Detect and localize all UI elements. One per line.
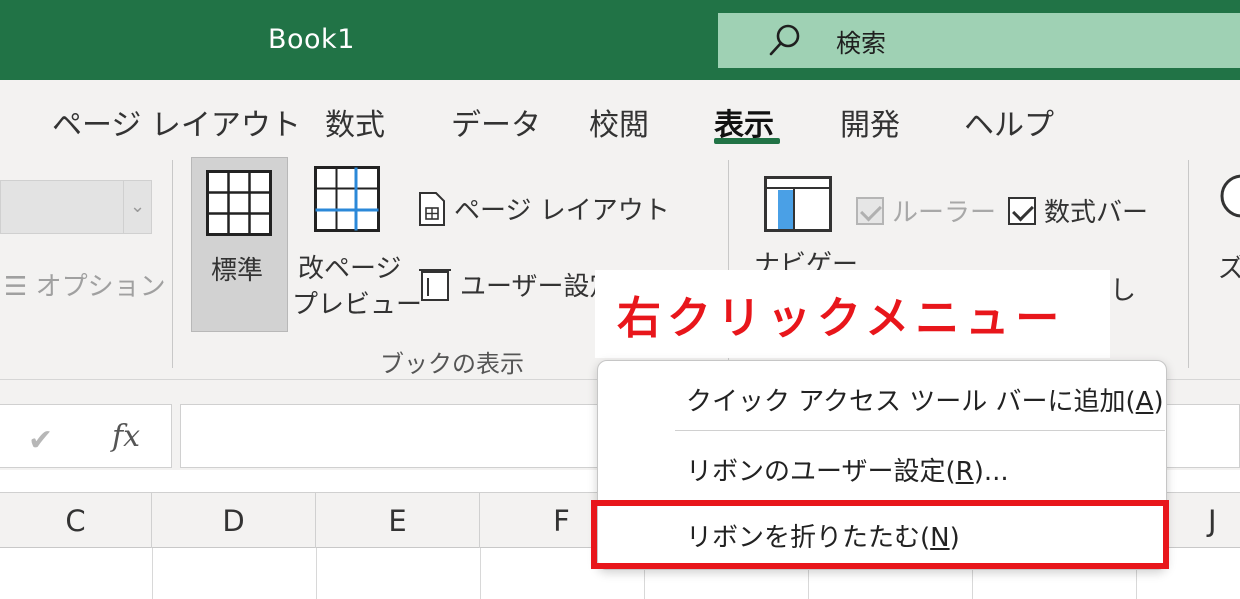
- column-header-d[interactable]: D: [152, 493, 316, 549]
- sheet-view-options-button[interactable]: ☰ オプション: [4, 266, 166, 303]
- page-layout-label: ページ レイアウト: [454, 196, 670, 226]
- formula-bar-checkbox-box: [1008, 196, 1036, 225]
- tab-developer[interactable]: 開発: [840, 100, 900, 144]
- sheet-view-dropdown[interactable]: ⌄: [0, 180, 152, 234]
- page-layout-icon: [419, 191, 445, 226]
- insert-function-icon[interactable]: fx: [112, 419, 140, 454]
- tab-review[interactable]: 校閲: [589, 100, 649, 144]
- custom-views-label: ユーザー設定: [460, 272, 616, 302]
- custom-views-button[interactable]: ユーザー設定: [418, 266, 615, 303]
- menu-item-text: クイック アクセス ツール バーに追加(: [686, 387, 1136, 417]
- tab-data[interactable]: データ: [451, 100, 541, 144]
- navigation-button[interactable]: ナビゲー: [752, 170, 858, 280]
- page-break-preview-button[interactable]: 改ページ プレビュー: [290, 160, 422, 330]
- menu-separator: [675, 430, 1165, 431]
- menu-item-suffix: ): [1153, 387, 1164, 417]
- workbook-views-group-label: ブックの表示: [380, 350, 524, 378]
- group-separator: [172, 160, 173, 368]
- normal-view-button[interactable]: 標準: [191, 157, 288, 332]
- menu-item-customize-ribbon[interactable]: リボンのユーザー設定(R)...: [686, 451, 1009, 488]
- cell-gridline: [152, 548, 153, 599]
- zoom-button[interactable]: ズ: [1218, 172, 1240, 282]
- page-break-preview-icon: [314, 166, 380, 232]
- document-title: Book1: [268, 24, 355, 55]
- tab-formulas[interactable]: 数式: [325, 100, 385, 144]
- headings-label-partial: し: [1110, 276, 1137, 306]
- annotation-text: 右クリックメニュー: [617, 293, 1066, 344]
- annotation-banner: 右クリックメニュー: [595, 270, 1110, 358]
- custom-views-icon: [419, 268, 451, 301]
- page-layout-view-button[interactable]: ページ レイアウト: [418, 190, 670, 227]
- highlight-box: [591, 500, 1169, 569]
- navigation-pane-icon: [764, 176, 832, 232]
- menu-item-accelerator: R: [955, 457, 974, 487]
- ruler-checkbox[interactable]: ルーラー: [856, 192, 996, 229]
- menu-item-text: リボンのユーザー設定(: [686, 457, 956, 487]
- column-header-c[interactable]: C: [0, 493, 152, 549]
- search-placeholder: 検索: [836, 29, 887, 58]
- ruler-label: ルーラー: [892, 198, 997, 228]
- options-label: オプション: [35, 272, 166, 302]
- list-icon: ☰: [4, 272, 36, 302]
- chevron-down-icon: ⌄: [123, 181, 151, 233]
- active-tab-indicator: [714, 138, 780, 144]
- formula-bar-label: 数式バー: [1044, 198, 1149, 228]
- zoom-label-partial: ズ: [1218, 254, 1240, 282]
- search-icon: [769, 24, 800, 56]
- page-break-label-1: 改ページ: [298, 254, 402, 284]
- menu-item-add-to-quick-access[interactable]: クイック アクセス ツール バーに追加(A): [686, 381, 1164, 418]
- normal-view-grid-icon: [206, 170, 272, 236]
- search-box[interactable]: 検索: [718, 13, 1240, 68]
- tab-page-layout[interactable]: ページ レイアウト: [52, 100, 301, 144]
- cell-gridline: [480, 548, 481, 599]
- group-separator: [1188, 160, 1189, 368]
- column-header-e[interactable]: E: [316, 493, 480, 549]
- normal-view-label: 標準: [211, 256, 264, 286]
- title-bar: Book1 検索: [0, 0, 1240, 80]
- ruler-checkbox-box: [856, 196, 884, 225]
- formula-buttons: ✔ fx: [0, 404, 172, 468]
- check-icon[interactable]: ✔: [28, 423, 53, 458]
- menu-item-suffix: )...: [973, 457, 1009, 487]
- cell-gridline: [316, 548, 317, 599]
- page-break-label-2: プレビュー: [292, 290, 423, 320]
- tab-help[interactable]: ヘルプ: [964, 100, 1054, 144]
- formula-bar-checkbox[interactable]: 数式バー: [1008, 192, 1148, 229]
- menu-item-accelerator: A: [1135, 387, 1154, 417]
- zoom-icon: [1220, 174, 1240, 218]
